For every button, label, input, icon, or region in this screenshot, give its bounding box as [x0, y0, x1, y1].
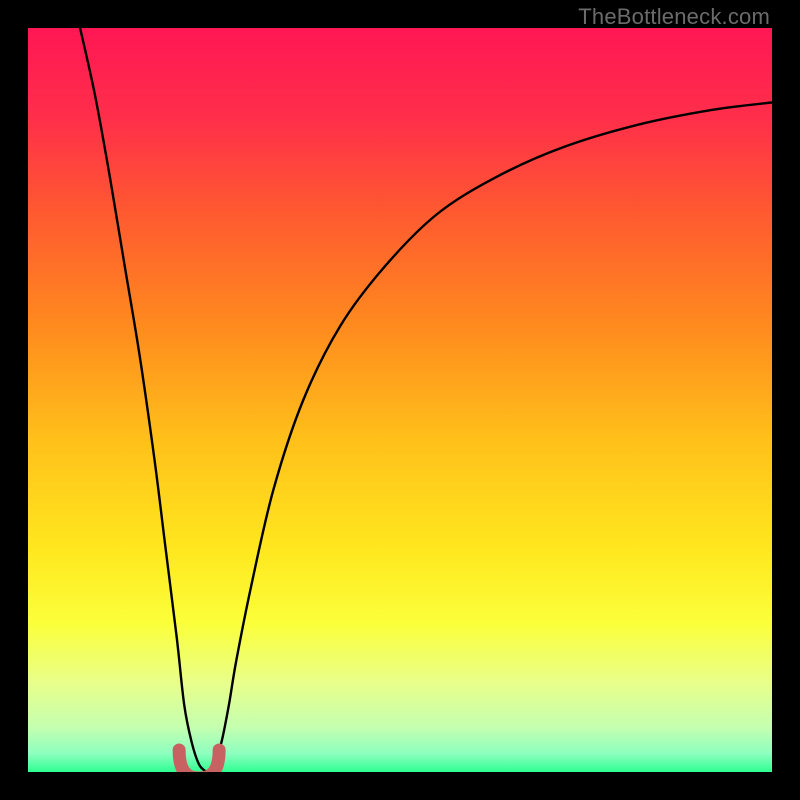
- min-marker: [179, 750, 219, 772]
- right-curve: [207, 102, 772, 772]
- chart-frame: TheBottleneck.com: [0, 0, 800, 800]
- curves-layer: [28, 28, 772, 772]
- plot-area: [28, 28, 772, 772]
- watermark-text: TheBottleneck.com: [578, 4, 770, 30]
- left-curve: [80, 28, 206, 772]
